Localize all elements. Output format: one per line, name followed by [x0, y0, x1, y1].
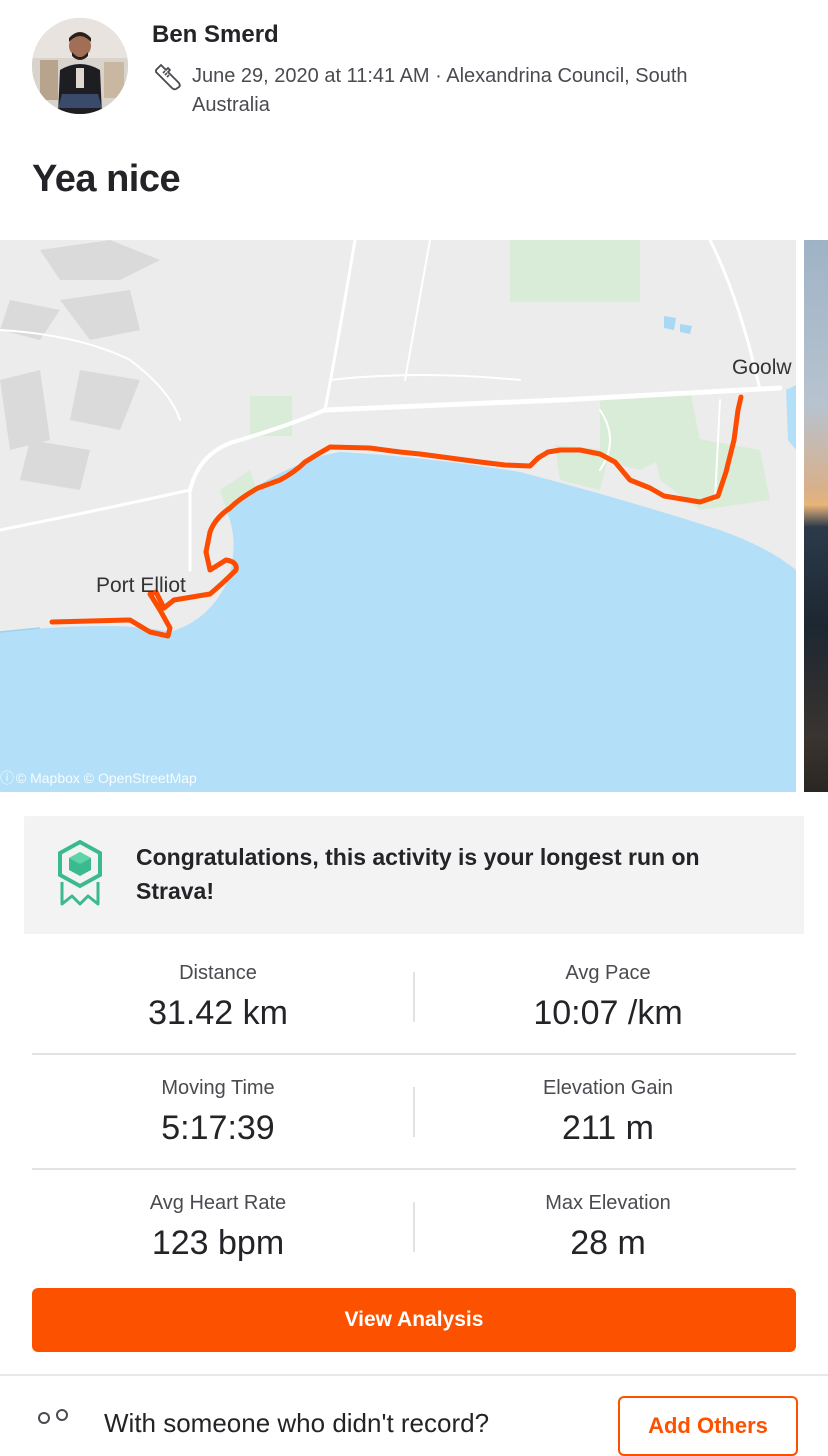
map-attribution-text: © Mapbox © OpenStreetMap — [15, 770, 197, 786]
stats-grid: Distance 31.42 km Avg Pace 10:07 /km Mov… — [32, 940, 796, 1283]
map-canvas — [0, 240, 796, 792]
achievement-banner: Congratulations, this activity is your l… — [24, 816, 804, 934]
stat-value: 10:07 /km — [533, 994, 683, 1032]
map-label-port-elliot: Port Elliot — [96, 574, 186, 597]
stat-row: Distance 31.42 km Avg Pace 10:07 /km — [32, 940, 796, 1055]
activity-header: Ben Smerd June 29, 2020 at 11:41 AM · Al… — [0, 0, 828, 230]
stat-max-elevation: Max Elevation 28 m — [414, 1170, 802, 1283]
stat-row: Avg Heart Rate 123 bpm Max Elevation 28 … — [32, 1170, 796, 1283]
stat-moving-time: Moving Time 5:17:39 — [32, 1055, 404, 1168]
stat-label: Max Elevation — [545, 1192, 671, 1214]
section-divider — [0, 1374, 828, 1376]
map-attribution[interactable]: ⓘ © Mapbox © OpenStreetMap — [0, 768, 197, 788]
map-label-goolwa: Goolw — [732, 356, 792, 379]
stat-label: Moving Time — [161, 1077, 275, 1099]
add-others-button[interactable]: Add Others — [618, 1396, 798, 1456]
stat-label: Elevation Gain — [542, 1077, 674, 1099]
view-analysis-button[interactable]: View Analysis — [32, 1288, 796, 1352]
stat-distance: Distance 31.42 km — [32, 940, 404, 1053]
stat-value: 28 m — [570, 1224, 646, 1262]
stat-label: Distance — [179, 962, 257, 984]
avatar[interactable] — [32, 18, 128, 114]
stat-value: 5:17:39 — [161, 1109, 275, 1147]
stat-label: Avg Pace — [565, 962, 651, 984]
stat-row: Moving Time 5:17:39 Elevation Gain 211 m — [32, 1055, 796, 1170]
activity-date-location: June 29, 2020 at 11:41 AM · Alexandrina … — [192, 65, 688, 116]
achievement-text: Congratulations, this activity is your l… — [136, 844, 700, 904]
stat-elevation-gain: Elevation Gain 211 m — [414, 1055, 802, 1168]
stat-value: 31.42 km — [148, 994, 288, 1032]
route-map[interactable]: Goolw Port Elliot ⓘ © Mapbox © OpenStree… — [0, 240, 796, 792]
stat-label: Avg Heart Rate — [149, 1192, 287, 1214]
stat-avg-heart-rate: Avg Heart Rate 123 bpm — [32, 1170, 404, 1283]
running-shoe-icon — [155, 64, 181, 91]
activity-photo-thumbnail[interactable] — [804, 240, 828, 792]
people-icon — [38, 1409, 68, 1424]
athlete-name[interactable]: Ben Smerd — [152, 21, 279, 49]
activity-title: Yea nice — [32, 158, 181, 200]
achievement-badge-icon — [58, 840, 102, 906]
info-icon[interactable]: ⓘ — [0, 768, 14, 788]
stat-value: 211 m — [562, 1109, 654, 1147]
stat-avg-pace: Avg Pace 10:07 /km — [414, 940, 802, 1053]
stat-value: 123 bpm — [151, 1224, 285, 1262]
